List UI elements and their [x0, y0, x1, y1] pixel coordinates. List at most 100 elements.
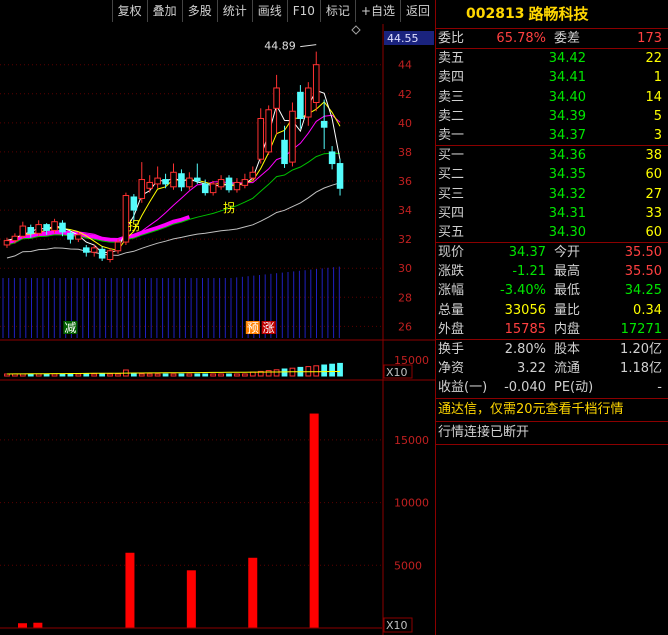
- bid-volume: 27: [645, 186, 662, 202]
- volume-bar: [248, 557, 258, 628]
- sub-axis-unit: X10: [386, 366, 408, 379]
- quote-label: 总量: [438, 302, 465, 318]
- sub-indicator-bar: [329, 363, 335, 377]
- bid-volume: 60: [645, 167, 662, 183]
- quote-value: -3.40%: [500, 283, 546, 299]
- candle-body: [11, 235, 19, 242]
- sub-indicator-bar: [146, 373, 153, 377]
- candle-body: [19, 225, 27, 237]
- sub-indicator-bar: [273, 369, 280, 377]
- candle-body: [336, 163, 344, 189]
- quote-row: 涨跌 -1.21 最高 35.50: [436, 262, 668, 281]
- wei-cha-label: 委差: [554, 31, 581, 46]
- ask-row: 卖一 34.37 3: [436, 126, 668, 145]
- chart-area[interactable]: 44 42 40 38 36 34 32 30 28 26 44.55 44.89 减拐拐预涨 15000…: [0, 24, 435, 635]
- ask-label: 卖三: [438, 89, 465, 105]
- candle-body: [281, 139, 288, 165]
- candle-body: [328, 151, 336, 165]
- candle-body: [90, 247, 98, 253]
- quote-value: 0.34: [633, 302, 662, 318]
- stock-name: 路畅科技: [528, 5, 589, 23]
- fundamental-label: PE(动): [554, 380, 594, 396]
- ask-price: 34.40: [548, 89, 586, 105]
- volume-tick-label: 10000: [394, 497, 429, 510]
- candle-body: [59, 222, 66, 233]
- price-tick-label: 26: [398, 320, 412, 333]
- candle-body: [138, 179, 146, 199]
- ask-price: 34.37: [548, 127, 586, 143]
- quote-label: 外盘: [438, 321, 465, 337]
- toolbar-button[interactable]: +自选: [354, 0, 400, 22]
- toolbar-button[interactable]: 统计: [216, 0, 252, 22]
- bid-volume: 60: [645, 224, 662, 240]
- candle-body: [273, 87, 280, 109]
- fundamental-label: 流通: [554, 361, 581, 377]
- connection-status: 行情连接已断开: [436, 422, 668, 445]
- sub-indicator-bar: [241, 373, 248, 377]
- sub-indicator-bar: [35, 373, 42, 377]
- high-price-marker: 44.89: [264, 40, 296, 53]
- signal-label: 拐: [223, 200, 235, 215]
- candle-body: [106, 250, 114, 260]
- toolbar-button[interactable]: 画线: [251, 0, 287, 22]
- quote-stats: 现价 34.37 今开 35.50 涨跌 -1.21 最高 35.50 涨幅 -3.40% 最低 34…: [436, 243, 668, 340]
- toolbar-button[interactable]: 复权: [111, 0, 147, 22]
- sub-indicator-bar: [186, 373, 193, 377]
- toolbar-button[interactable]: 叠加: [146, 0, 182, 22]
- candle-body: [241, 179, 249, 186]
- price-tick-label: 42: [398, 88, 412, 101]
- bid-list: 买一 34.36 38 买二 34.35 60 买三 34.32 27 买四 34.31 33 买五 34…: [436, 146, 668, 244]
- chart-toolbar: 复权 叠加 多股 统计 画线 F10 标记 +自选 返回: [0, 0, 435, 24]
- fundamental-label: 收益(一): [438, 380, 488, 396]
- candle-body: [3, 240, 11, 246]
- toolbar-button[interactable]: 返回: [399, 0, 435, 22]
- quote-value: -1.21: [512, 264, 546, 280]
- candle-body: [51, 221, 58, 231]
- candle-body: [289, 110, 296, 163]
- sub-indicator-bar: [210, 373, 217, 377]
- price-tick-label: 34: [398, 204, 412, 217]
- wei-bi-value: 65.78%: [496, 31, 546, 46]
- toolbar-button[interactable]: 标记: [319, 0, 355, 22]
- ask-label: 卖二: [438, 108, 465, 124]
- toolbar-button[interactable]: F10: [286, 0, 320, 22]
- volume-bar: [33, 622, 43, 628]
- fundamental-row: 净资 3.22 流通 1.18亿: [436, 359, 668, 378]
- sub-indicator-bar: [218, 373, 224, 377]
- bid-row: 买三 34.32 27: [436, 185, 668, 204]
- sub-indicator-bar: [337, 362, 343, 377]
- wei-cha-value: 173: [637, 31, 662, 46]
- wei-bi-label: 委比: [438, 31, 465, 46]
- bid-label: 买四: [438, 205, 465, 221]
- candle-body: [170, 171, 177, 188]
- candle-body: [178, 173, 185, 188]
- sub-indicator-bar: [154, 373, 161, 377]
- quote-label: 最低: [554, 283, 581, 299]
- ask-row: 卖三 34.40 14: [436, 88, 668, 107]
- candle-body: [82, 247, 90, 253]
- ask-row: 卖五 34.42 22: [436, 49, 668, 68]
- quote-label: 量比: [554, 302, 581, 318]
- candle-body: [312, 64, 320, 103]
- signal-label: 减: [64, 321, 76, 335]
- signal-label: 拐: [128, 218, 140, 233]
- candle-body: [265, 109, 272, 153]
- quote-row: 总量 33056 量比 0.34: [436, 301, 668, 320]
- quote-value: 35.50: [624, 245, 662, 261]
- sub-indicator-bar: [281, 368, 288, 377]
- toolbar-button[interactable]: 多股: [181, 0, 217, 22]
- promo-message[interactable]: 通达信，仅需20元查看千档行情: [436, 399, 668, 422]
- ask-volume: 14: [645, 89, 662, 105]
- quote-value: 15785: [504, 321, 546, 337]
- fundamental-stats: 换手 2.80% 股本 1.20亿 净资 3.22 流通 1.18亿 收益(一) -0.040 PE…: [436, 340, 668, 399]
- kline-chart[interactable]: 4442403836343230282644.5544.89减拐拐预 涨15000…: [0, 24, 435, 635]
- volume-unit: X10: [386, 619, 408, 632]
- bid-row: 买五 34.30 60: [436, 223, 668, 242]
- quote-row: 涨幅 -3.40% 最低 34.25: [436, 281, 668, 300]
- volume-bar: [186, 570, 196, 628]
- sub-indicator-bar: [99, 373, 106, 377]
- sub-indicator-bar: [75, 373, 82, 377]
- quote-label: 内盘: [554, 321, 581, 337]
- candle-body: [75, 234, 82, 240]
- sub-indicator-bar: [59, 373, 66, 377]
